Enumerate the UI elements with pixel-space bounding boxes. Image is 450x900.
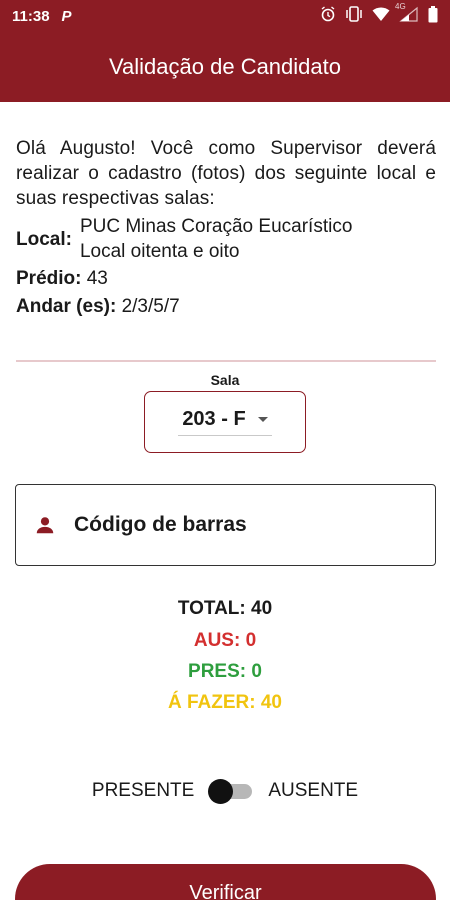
app-bar: Validação de Candidato	[0, 32, 450, 102]
verify-button-label: Verificar	[189, 882, 262, 900]
signal-icon: 4G	[395, 2, 419, 26]
switch-thumb	[208, 779, 234, 804]
predio-label: Prédio:	[16, 268, 82, 289]
predio-row: Prédio: 43	[16, 266, 108, 291]
counter-total: TOTAL: 40	[177, 598, 273, 619]
verify-button[interactable]: Verificar	[15, 864, 436, 900]
status-bar: 11:38 P 4G	[0, 0, 450, 32]
wifi-icon	[372, 6, 390, 26]
divider	[16, 360, 436, 362]
andar-value: 2/3/5/7	[121, 296, 180, 317]
battery-icon	[428, 5, 438, 27]
person-icon	[36, 517, 54, 534]
app-notification-icon: P	[61, 7, 72, 25]
local-name: PUC Minas Coração Eucarístico	[79, 216, 353, 237]
alarm-icon	[320, 6, 336, 26]
local-subname: Local oitenta e oito	[79, 241, 240, 262]
status-time: 11:38	[12, 7, 50, 25]
counter-ausentes: AUS: 0	[193, 630, 257, 651]
intro-text: Olá Augusto! Você como Supervisor deverá…	[16, 138, 436, 209]
sala-label: Sala	[210, 372, 240, 388]
sala-selected-value: 203 - F	[182, 408, 246, 430]
toggle-label-ausente: AUSENTE	[268, 780, 359, 801]
andar-row: Andar (es): 2/3/5/7	[16, 294, 180, 319]
sala-dropdown-inner: 203 - F	[178, 408, 272, 436]
local-row: Local: PUC Minas Coração Eucarístico Loc…	[16, 214, 352, 264]
counter-a-fazer: Á FAZER: 40	[167, 692, 283, 713]
local-label: Local:	[16, 229, 72, 250]
predio-value: 43	[86, 268, 108, 289]
barcode-placeholder: Código de barras	[74, 513, 247, 536]
andar-label: Andar (es):	[16, 296, 117, 317]
sala-dropdown[interactable]: 203 - F	[144, 391, 306, 453]
status-icons: 4G	[320, 2, 438, 27]
counter-presentes: PRES: 0	[188, 661, 262, 682]
chevron-down-icon	[257, 417, 268, 422]
toggle-label-presente: PRESENTE	[91, 780, 195, 801]
page-title: Validação de Candidato	[109, 54, 341, 79]
barcode-input[interactable]: Código de barras	[15, 484, 436, 566]
presence-toggle-row: PRESENTE AUSENTE	[0, 776, 450, 806]
network-label: 4G	[395, 2, 406, 11]
local-values: PUC Minas Coração Eucarístico Local oite…	[80, 214, 352, 264]
vibrate-icon	[345, 6, 363, 26]
presence-switch[interactable]	[208, 776, 254, 806]
